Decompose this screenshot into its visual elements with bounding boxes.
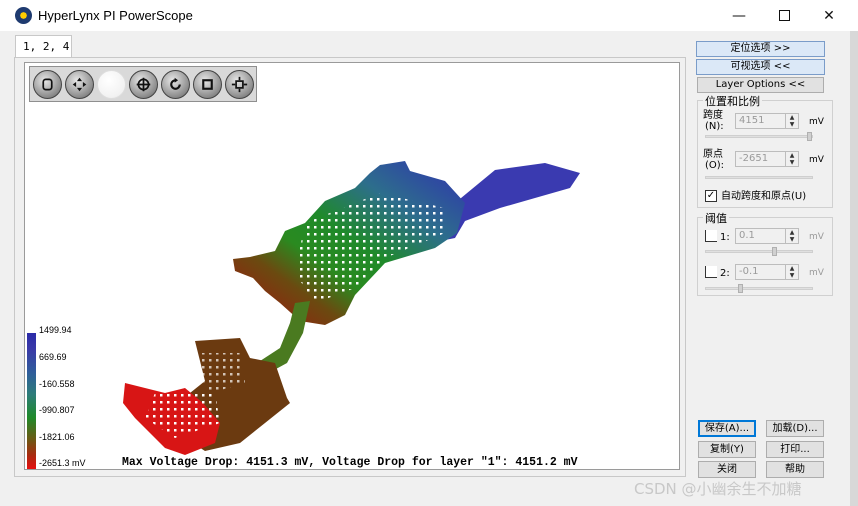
visual-options-button[interactable]: 可视选项 << xyxy=(696,59,825,75)
legend-value-5: -1821.06 xyxy=(39,432,75,442)
threshold-1-value: 0.1 xyxy=(739,230,755,241)
threshold-2-label: 2: xyxy=(720,268,730,279)
voltage-drop-summary: Max Voltage Drop: 4151.3 mV, Voltage Dro… xyxy=(122,456,578,469)
copy-button[interactable]: 复制(Y) xyxy=(698,441,756,458)
legend-value-3: -160.558 xyxy=(39,379,75,389)
origin-unit: mV xyxy=(809,155,824,165)
close-button[interactable]: 关闭 xyxy=(698,461,756,478)
threshold-2-slider-thumb[interactable] xyxy=(738,284,743,293)
close-window-button[interactable]: ✕ xyxy=(806,0,852,31)
voltage-map xyxy=(123,161,580,455)
title-bar: HyperLynx PI PowerScope — ✕ xyxy=(0,0,858,31)
span-unit: mV xyxy=(809,117,824,127)
fit-icon xyxy=(231,76,248,92)
legend-value-6: -2651.3 mV xyxy=(39,458,86,468)
background-window-edge xyxy=(850,31,858,506)
auto-span-label: 自动跨度和原点(U) xyxy=(721,191,807,202)
window-title: HyperLynx PI PowerScope xyxy=(38,8,193,23)
legend-value-4: -990.807 xyxy=(39,405,75,415)
pan-hand-icon xyxy=(42,78,53,90)
plot-canvas[interactable]: 1499.94 669.69 -160.558 -990.807 -1821.0… xyxy=(24,62,680,470)
threshold-1-checkbox[interactable] xyxy=(705,230,717,242)
zoom-target-icon xyxy=(136,77,151,91)
move-icon xyxy=(72,77,87,91)
watermark-text: CSDN @小幽余生不加糖 xyxy=(634,480,802,498)
origin-input[interactable]: -2651 ▲ ▼ xyxy=(735,151,799,167)
auto-span-checkbox[interactable]: ✓ xyxy=(705,190,717,202)
threshold-2-spinner-arrows[interactable]: ▲ ▼ xyxy=(785,265,798,279)
threshold-2-unit: mV xyxy=(809,268,824,278)
span-label: 跨度 xyxy=(703,110,723,121)
legend-value-1: 1499.94 xyxy=(39,325,72,335)
fit-button[interactable] xyxy=(225,69,254,99)
tab-layers[interactable]: 1, 2, 4 xyxy=(15,35,72,58)
origin-label: 原点 xyxy=(703,149,723,160)
span-slider[interactable] xyxy=(705,135,813,138)
threshold-1-spinner-arrows[interactable]: ▲ ▼ xyxy=(785,229,798,243)
rotate-icon xyxy=(170,77,181,90)
help-button[interactable]: 帮助 xyxy=(766,461,824,478)
threshold-title: 阈值 xyxy=(703,210,729,226)
pan-hand-button[interactable] xyxy=(33,69,62,99)
rotate-button[interactable] xyxy=(161,69,190,99)
load-button[interactable]: 加载(D)... xyxy=(766,420,824,437)
origin-spinner-arrows[interactable]: ▲ ▼ xyxy=(785,152,798,166)
span-slider-thumb[interactable] xyxy=(807,132,812,141)
save-button[interactable]: 保存(A)... xyxy=(698,420,756,437)
stop-button[interactable] xyxy=(193,69,222,99)
maximize-icon xyxy=(778,10,790,21)
maximize-button[interactable] xyxy=(761,0,807,31)
print-button[interactable]: 打印... xyxy=(766,441,824,458)
disabled-tool-button xyxy=(97,69,126,99)
position-options-button[interactable]: 定位选项 >> xyxy=(696,41,825,57)
origin-value: -2651 xyxy=(739,153,769,164)
threshold-2-value: -0.1 xyxy=(739,266,759,277)
view-toolbar xyxy=(29,66,257,102)
app-logo-icon xyxy=(15,7,32,24)
span-spinner-arrows[interactable]: ▲ ▼ xyxy=(785,114,798,128)
threshold-2-input[interactable]: -0.1 ▲ ▼ xyxy=(735,264,799,280)
origin-slider[interactable] xyxy=(705,176,813,179)
span-input[interactable]: 4151 ▲ ▼ xyxy=(735,113,799,129)
threshold-1-slider[interactable] xyxy=(705,250,813,253)
span-hotkey: (N): xyxy=(705,121,724,132)
threshold-1-label: 1: xyxy=(720,232,730,243)
span-value: 4151 xyxy=(739,115,765,126)
color-legend-bar xyxy=(27,333,36,469)
position-scale-title: 位置和比例 xyxy=(703,93,762,109)
threshold-2-slider[interactable] xyxy=(705,287,813,290)
zoom-target-button[interactable] xyxy=(129,69,158,99)
threshold-1-slider-thumb[interactable] xyxy=(772,247,777,256)
threshold-1-unit: mV xyxy=(809,232,824,242)
layer-options-button[interactable]: Layer Options << xyxy=(697,77,824,93)
threshold-2-checkbox[interactable] xyxy=(705,266,717,278)
move-button[interactable] xyxy=(65,69,94,99)
minimize-button[interactable]: — xyxy=(716,0,762,31)
threshold-1-input[interactable]: 0.1 ▲ ▼ xyxy=(735,228,799,244)
stop-icon xyxy=(202,78,213,90)
legend-value-2: 669.69 xyxy=(39,352,67,362)
origin-hotkey: (O): xyxy=(705,160,725,171)
